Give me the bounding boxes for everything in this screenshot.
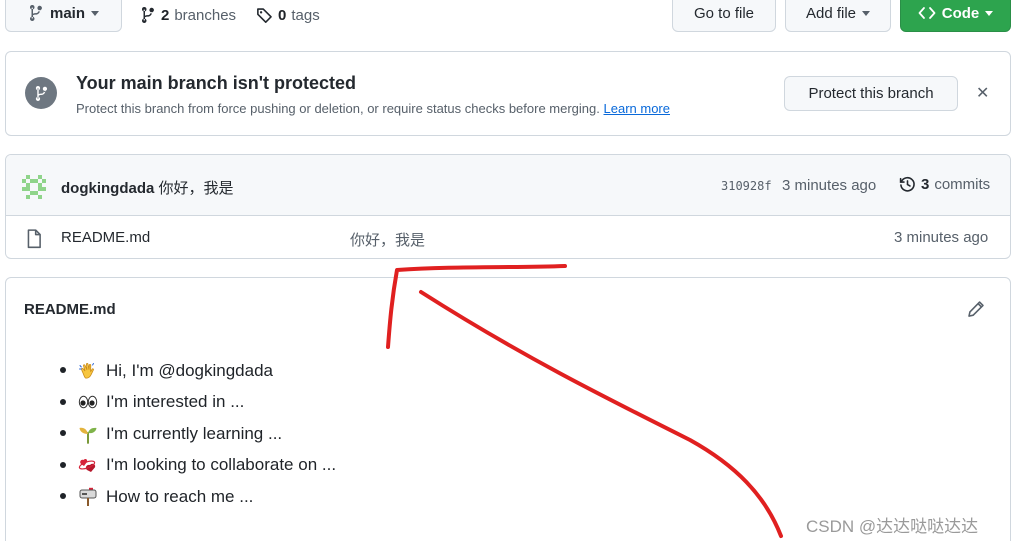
watermark: CSDN @达达哒哒达达 xyxy=(806,517,979,536)
red-annotation-arrow xyxy=(386,264,783,538)
